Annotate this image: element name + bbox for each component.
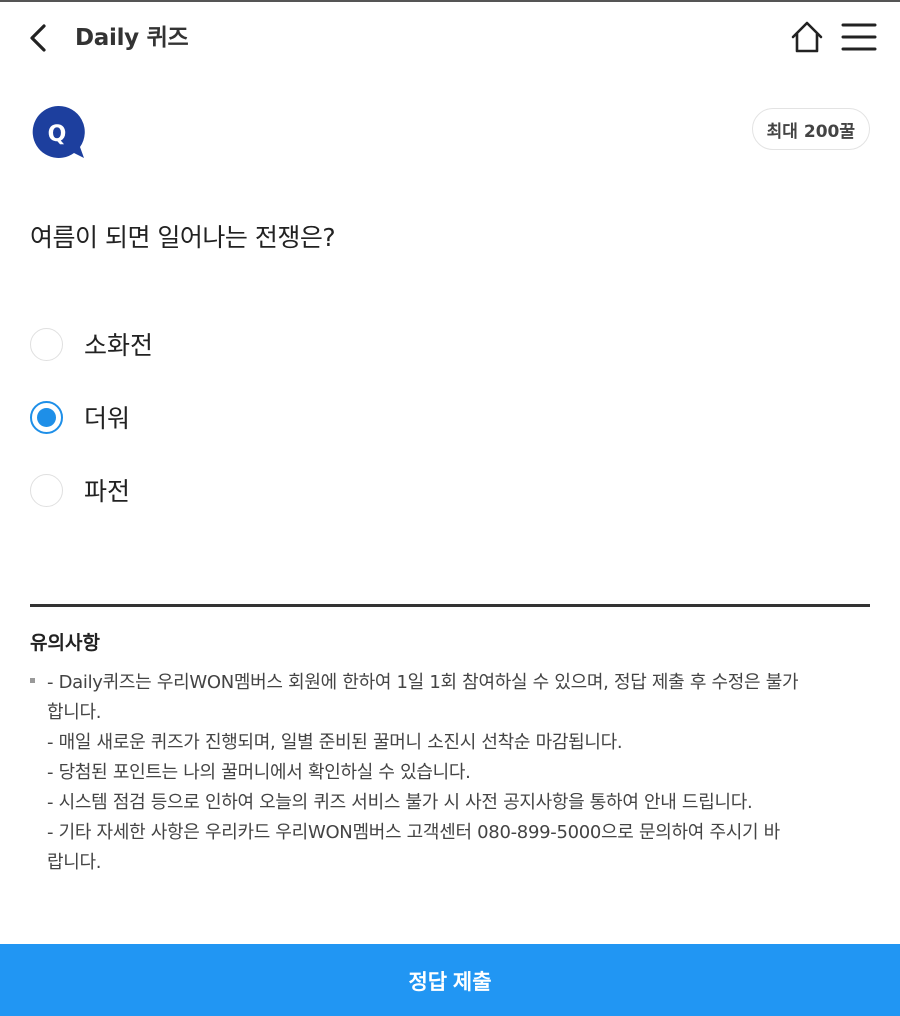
notice-line: - Daily퀴즈는 우리WON멤버스 회원에 한하여 1일 1회 참여하실 수…	[47, 672, 799, 693]
bullet-icon	[30, 678, 35, 683]
hamburger-menu-icon	[841, 23, 877, 51]
chevron-left-icon	[30, 24, 46, 52]
app-header: Daily 퀴즈	[0, 2, 900, 74]
answer-option-label: 소화전	[84, 331, 154, 360]
home-icon	[791, 21, 823, 53]
answer-option-2[interactable]: 더워	[30, 393, 870, 441]
section-divider	[30, 604, 870, 607]
menu-button[interactable]	[840, 20, 878, 54]
submit-answer-button[interactable]: 정답 제출	[0, 944, 900, 1016]
notice-line: 랍니다.	[47, 852, 102, 873]
notice-line: - 기타 자세한 사항은 우리카드 우리WON멤버스 고객센터 080-899-…	[47, 822, 780, 843]
answer-option-label: 더워	[84, 404, 131, 433]
answer-options: 소화전 더워 파전	[30, 320, 870, 539]
answer-option-label: 파전	[84, 477, 131, 506]
page-title: Daily 퀴즈	[75, 25, 189, 51]
home-button[interactable]	[788, 18, 826, 56]
reward-badge: 최대 200꿀	[751, 108, 870, 150]
notice-list: - Daily퀴즈는 우리WON멤버스 회원에 한하여 1일 1회 참여하실 수…	[30, 668, 875, 878]
back-button[interactable]	[22, 20, 54, 56]
radio-button[interactable]	[30, 473, 63, 507]
quiz-question: 여름이 되면 일어나는 전쟁은?	[30, 223, 336, 252]
notice-title: 유의사항	[30, 632, 100, 654]
quiz-page: Daily 퀴즈 Q 최대 200꿀 여름이 되면 일어나는 전쟁은? 소화전	[0, 0, 900, 1016]
q-speech-bubble-icon: Q	[30, 104, 86, 160]
radio-dot	[37, 407, 56, 427]
notice-line: - 당첨된 포인트는 나의 꿀머니에서 확인하실 수 있습니다.	[47, 762, 471, 783]
notice-line: - 매일 새로운 퀴즈가 진행되며, 일별 준비된 꿀머니 소진시 선착순 마감…	[47, 732, 623, 753]
answer-option-1[interactable]: 소화전	[30, 320, 870, 368]
notice-line: - 시스템 점검 등으로 인하여 오늘의 퀴즈 서비스 불가 시 사전 공지사항…	[47, 792, 753, 813]
radio-button-checked[interactable]	[30, 400, 63, 434]
notice-line: 합니다.	[47, 702, 102, 723]
radio-button[interactable]	[30, 327, 63, 361]
answer-option-3[interactable]: 파전	[30, 466, 870, 514]
q-badge-letter: Q	[48, 122, 67, 147]
notice-text: - Daily퀴즈는 우리WON멤버스 회원에 한하여 1일 1회 참여하실 수…	[47, 668, 875, 878]
